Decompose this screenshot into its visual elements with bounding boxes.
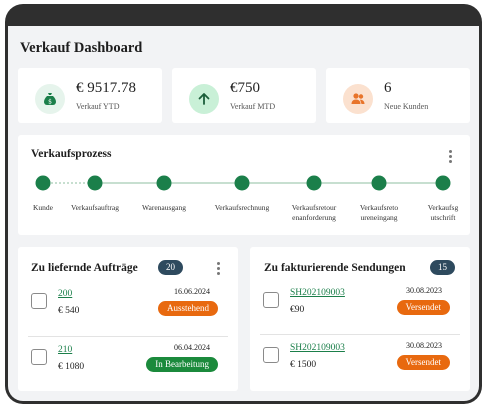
process-step-dot[interactable] xyxy=(156,175,172,191)
kpi-label: Neue Kunden xyxy=(384,102,429,111)
process-step-label: Verkaufsreto ureneingang xyxy=(359,203,399,222)
row-checkbox[interactable] xyxy=(31,293,47,309)
list-item[interactable]: SH202109003 € 1500 30.08.2023 Versendet xyxy=(260,335,460,387)
process-step-label: Warenausgang xyxy=(142,203,186,212)
kpi-label: Verkauf MTD xyxy=(230,102,276,111)
order-amount: € 1080 xyxy=(58,362,85,372)
kpi-value: € 9517.78 xyxy=(76,80,136,96)
kpi-value: 6 xyxy=(384,80,392,96)
money-bag-icon: $ xyxy=(35,84,65,114)
shipment-date: 30.08.2023 xyxy=(406,286,442,295)
svg-text:$: $ xyxy=(48,99,52,106)
process-step-dot[interactable] xyxy=(87,175,103,191)
status-badge: Ausstehend xyxy=(158,301,218,316)
status-badge: Versendet xyxy=(396,300,450,315)
kpi-label: Verkauf YTD xyxy=(76,102,120,111)
status-badge: In Bearbeitung xyxy=(146,357,218,372)
process-step-dot[interactable] xyxy=(435,175,451,191)
users-icon xyxy=(343,84,373,114)
process-step-label: Verkaufsretour enanforderung xyxy=(291,203,337,222)
list-item[interactable]: SH202109003 €90 30.08.2023 Versendet xyxy=(260,280,460,332)
process-step-dot[interactable] xyxy=(371,175,387,191)
page-title: Verkauf Dashboard xyxy=(20,40,143,56)
shipments-count-badge: 15 xyxy=(430,260,455,275)
kpi-card-new-customers[interactable]: 6 Neue Kunden xyxy=(326,68,470,123)
shipment-date: 30.08.2023 xyxy=(406,341,442,350)
shipment-link[interactable]: SH202109003 xyxy=(290,288,345,298)
process-step-label: Verkaufsauftrag xyxy=(71,203,119,212)
device-frame: Verkauf Dashboard $ € 9517.78 Verkauf YT… xyxy=(5,4,482,404)
shipments-title: Zu fakturierende Sendungen xyxy=(264,262,406,274)
order-date: 06.04.2024 xyxy=(174,343,210,352)
list-item[interactable]: 200 € 540 16.06.2024 Ausstehend xyxy=(28,281,228,333)
row-checkbox[interactable] xyxy=(263,347,279,363)
orders-title: Zu liefernde Aufträge xyxy=(31,262,138,274)
process-step-label: Verkaufsg utschrift xyxy=(427,203,459,222)
order-link[interactable]: 200 xyxy=(58,289,72,299)
kpi-value: €750 xyxy=(230,80,260,96)
kpi-card-sales-ytd[interactable]: $ € 9517.78 Verkauf YTD xyxy=(18,68,162,123)
row-checkbox[interactable] xyxy=(263,292,279,308)
orders-card: Zu liefernde Aufträge 20 200 € 540 16.06… xyxy=(18,247,238,391)
orders-count-badge: 20 xyxy=(158,260,183,275)
order-date: 16.06.2024 xyxy=(174,287,210,296)
shipment-amount: € 1500 xyxy=(290,360,317,370)
sales-process-card: Verkaufsprozess Kunde Verkaufsauftrag Wa… xyxy=(18,135,470,235)
kpi-card-sales-mtd[interactable]: €750 Verkauf MTD xyxy=(172,68,316,123)
process-step-dot[interactable] xyxy=(306,175,322,191)
list-item[interactable]: 210 € 1080 06.04.2024 In Bearbeitung xyxy=(28,337,228,389)
shipments-card: Zu fakturierende Sendungen 15 SH20210900… xyxy=(250,247,470,391)
process-step-dot[interactable] xyxy=(234,175,250,191)
process-step-label: Verkaufsrechnung xyxy=(214,203,270,212)
row-checkbox[interactable] xyxy=(31,349,47,365)
more-options-icon[interactable] xyxy=(214,262,222,276)
order-amount: € 540 xyxy=(58,306,80,316)
arrow-up-icon xyxy=(189,84,219,114)
shipment-amount: €90 xyxy=(290,305,305,315)
order-link[interactable]: 210 xyxy=(58,345,72,355)
status-badge: Versendet xyxy=(396,355,450,370)
process-step-dot[interactable] xyxy=(35,175,51,191)
dashboard-screen: Verkauf Dashboard $ € 9517.78 Verkauf YT… xyxy=(8,26,479,401)
shipment-link[interactable]: SH202109003 xyxy=(290,343,345,353)
